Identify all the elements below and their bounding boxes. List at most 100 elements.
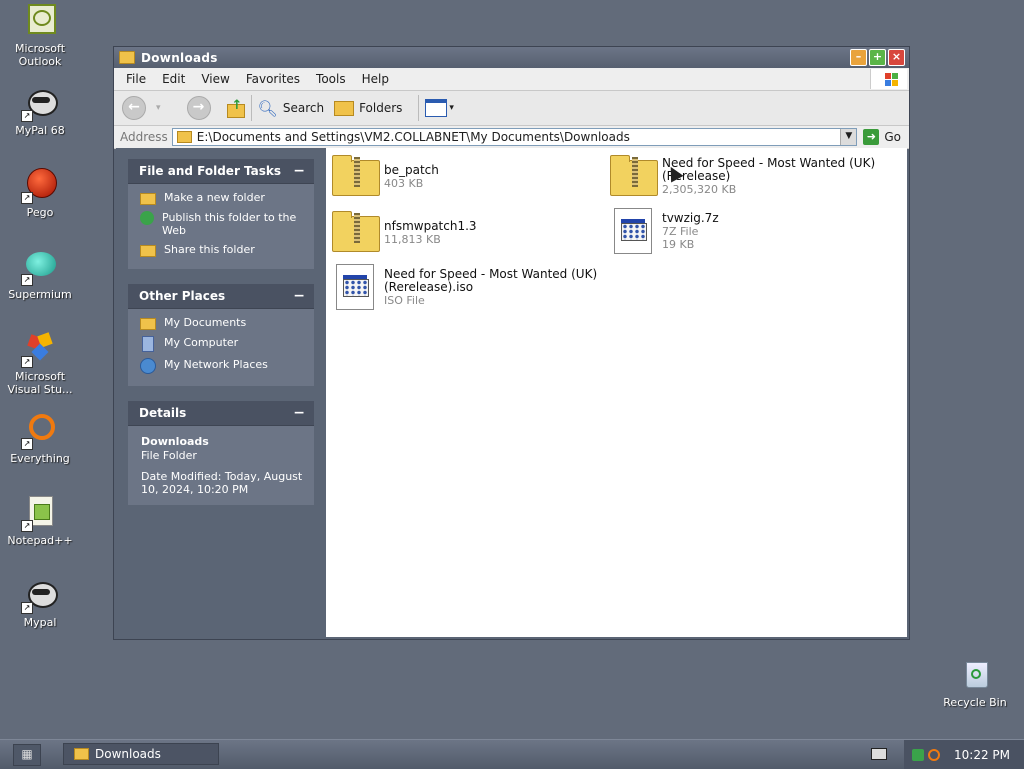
menu-favorites[interactable]: Favorites — [238, 72, 308, 86]
system-tray: 10:22 PM — [904, 740, 1024, 769]
title-bar[interactable]: Downloads – + × — [114, 47, 909, 68]
desktop-icon-recycle-bin[interactable]: Recycle Bin — [936, 658, 1014, 709]
folder-icon — [119, 51, 135, 64]
new-folder-icon — [140, 193, 156, 205]
zip-folder-icon — [608, 154, 658, 198]
task-publish-to-web[interactable]: Publish this folder to the Web — [140, 211, 306, 237]
network-tray-icon[interactable] — [912, 748, 924, 761]
keyboard-icon[interactable] — [871, 748, 887, 760]
file-item[interactable]: be_patch 403 KB — [330, 154, 439, 198]
views-icon — [425, 99, 448, 117]
task-label: Publish this folder to the Web — [162, 211, 297, 237]
go-arrow-icon: ➜ — [863, 129, 880, 145]
desktop-icon-label: Notepad++ — [7, 534, 73, 547]
iso-file-icon — [330, 264, 378, 310]
explorer-window: Downloads – + × File Edit View Favorites… — [113, 46, 910, 640]
minimize-button[interactable]: – — [850, 49, 867, 66]
folders-icon — [334, 100, 355, 116]
raccoon-icon: ↗ — [21, 86, 58, 122]
details-name: Downloads — [141, 435, 209, 448]
go-button[interactable]: ➜ Go — [863, 129, 901, 145]
maximize-button[interactable]: + — [869, 49, 886, 66]
clock[interactable]: 10:22 PM — [954, 748, 1010, 762]
menu-edit[interactable]: Edit — [154, 72, 193, 86]
folder-icon — [176, 131, 192, 143]
menu-file[interactable]: File — [118, 72, 154, 86]
file-name: nfsmwpatch1.3 — [384, 219, 477, 233]
taskbar-item-downloads[interactable]: Downloads — [63, 743, 219, 765]
collapse-icon[interactable]: − — [293, 163, 305, 179]
menu-help[interactable]: Help — [354, 72, 397, 86]
search-tray-icon[interactable] — [928, 748, 940, 761]
desktop-icon-mypal[interactable]: ↗ Mypal — [1, 578, 79, 629]
desktop-icon-label: Microsoft Visual Stu... — [7, 370, 73, 396]
desktop-icon-label: Pego — [26, 206, 54, 219]
desktop-icon-mypal68[interactable]: ↗ MyPal 68 — [1, 86, 79, 137]
menu-bar: File Edit View Favorites Tools Help — [114, 68, 909, 91]
file-detail: 11,813 KB — [384, 233, 441, 246]
task-share-folder[interactable]: Share this folder — [140, 243, 306, 257]
folders-button[interactable]: Folders — [334, 100, 402, 116]
address-path: E:\Documents and Settings\VM2.COLLABNET\… — [196, 130, 630, 144]
go-label: Go — [884, 130, 901, 144]
desktop-icon-label: Recycle Bin — [943, 696, 1007, 709]
desktop-icon-notepad-plus-plus[interactable]: ↗ Notepad++ — [1, 496, 79, 547]
file-item[interactable]: Need for Speed - Most Wanted (UK) (Rerel… — [608, 154, 875, 198]
address-dropdown-button[interactable]: ▼ — [840, 129, 857, 145]
desktop-icon-pego[interactable]: ↗ Pego — [1, 168, 79, 219]
start-button[interactable]: ▦ — [13, 744, 41, 766]
back-button[interactable]: ← — [122, 96, 146, 120]
desktop-icon-label: Mypal — [23, 616, 57, 629]
file-detail: 19 KB — [662, 238, 695, 251]
views-dropdown-icon: ▾ — [449, 103, 454, 113]
windows-logo-icon — [870, 69, 907, 89]
task-label: Make a new folder — [164, 191, 265, 204]
forward-button[interactable]: → — [186, 96, 211, 120]
details-type: File Folder — [141, 449, 197, 462]
menu-tools[interactable]: Tools — [308, 72, 354, 86]
address-bar: Address E:\Documents and Settings\VM2.CO… — [114, 126, 909, 149]
file-item[interactable]: nfsmwpatch1.3 11,813 KB — [330, 210, 477, 254]
place-my-network-places[interactable]: My Network Places — [140, 358, 306, 374]
back-dropdown-icon[interactable]: ▾ — [156, 103, 161, 113]
menu-view[interactable]: View — [193, 72, 237, 86]
views-button[interactable]: ▾ — [425, 99, 454, 117]
folder-icon — [140, 318, 156, 330]
desktop-icon-visual-studio[interactable]: ↗ Microsoft Visual Stu... — [1, 332, 79, 396]
toolbar: ← ▾ → ↑ 🔍︎ Search Folders ▾ — [114, 91, 909, 126]
file-type: ISO File — [384, 294, 425, 307]
desktop-icon-supermium[interactable]: ↗ Supermium — [1, 250, 79, 301]
taskbar: ▦ Downloads 10:22 PM — [0, 739, 1024, 769]
network-icon — [140, 358, 156, 374]
collapse-icon[interactable]: − — [293, 288, 305, 304]
desktop-icon-outlook[interactable]: Microsoft Outlook — [1, 4, 79, 68]
file-name-cont: (Rerelease).iso — [384, 280, 474, 294]
search-icon: 🔍︎ — [257, 98, 278, 118]
raccoon-icon: ↗ — [21, 578, 58, 614]
address-input[interactable]: E:\Documents and Settings\VM2.COLLABNET\… — [171, 128, 858, 146]
task-pane: File and Folder Tasks − Make a new folde… — [116, 148, 326, 637]
file-item[interactable]: Need for Speed - Most Wanted (UK) (Rerel… — [330, 264, 597, 310]
close-button[interactable]: × — [888, 49, 905, 66]
place-my-computer[interactable]: My Computer — [140, 336, 306, 352]
panel-title: Other Places — [139, 289, 226, 303]
outlook-icon — [23, 4, 57, 38]
pego-icon: ↗ — [21, 168, 57, 204]
up-arrow-icon: ↑ — [231, 98, 243, 113]
file-item[interactable]: tvwzig.7z 7Z File 19 KB — [608, 208, 719, 254]
place-my-documents[interactable]: My Documents — [140, 316, 306, 330]
panel-header[interactable]: File and Folder Tasks − — [128, 159, 314, 184]
desktop-icon-label: Microsoft Outlook — [14, 42, 66, 68]
explorer-content: File and Folder Tasks − Make a new folde… — [116, 148, 907, 637]
file-detail: 2,305,320 KB — [662, 183, 737, 196]
task-label: Share this folder — [164, 243, 255, 256]
up-folder-button[interactable]: ↑ — [225, 98, 245, 118]
7z-file-icon — [608, 208, 656, 254]
search-button[interactable]: 🔍︎ Search — [258, 99, 325, 118]
desktop-icon-everything[interactable]: ↗ Everything — [1, 414, 79, 465]
other-places-panel: Other Places − My Documents My Computer … — [128, 284, 314, 386]
task-make-new-folder[interactable]: Make a new folder — [140, 191, 306, 205]
panel-header[interactable]: Other Places − — [128, 284, 314, 309]
panel-header[interactable]: Details − — [128, 401, 314, 426]
collapse-icon[interactable]: − — [293, 405, 305, 421]
